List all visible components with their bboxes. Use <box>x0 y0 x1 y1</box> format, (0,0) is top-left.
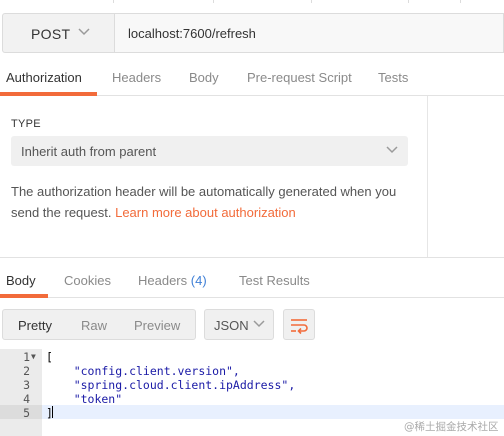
chevron-down-icon <box>386 146 398 154</box>
watermark: @稀土掘金技术社区 <box>404 421 499 433</box>
response-tabs: Body Cookies Headers (4) Test Results <box>0 258 504 298</box>
code-line: 3 "spring.cloud.client.ipAddress", <box>0 378 504 392</box>
auth-panel: TYPE Inherit auth from parent The author… <box>0 96 428 257</box>
code-line: 1 ▼ [ <box>0 350 504 364</box>
text-cursor <box>52 406 53 418</box>
code-line: 5 ] <box>0 406 504 420</box>
view-raw-button[interactable]: Raw <box>81 318 107 333</box>
code-line: 2 "config.client.version", <box>0 364 504 378</box>
headers-count: (4) <box>190 273 207 288</box>
code-text: [ <box>46 350 53 364</box>
line-number: 1 <box>23 350 30 364</box>
response-toolbar: Pretty Raw Preview JSON <box>0 309 504 341</box>
wrap-lines-button[interactable] <box>283 309 315 340</box>
line-number: 2 <box>23 364 30 378</box>
code-text: "config.client.version", <box>46 364 240 378</box>
auth-description: The authorization header will be automat… <box>11 181 421 223</box>
tab-headers[interactable]: Headers <box>112 70 161 85</box>
tab-pre-request-script[interactable]: Pre-request Script <box>247 70 352 85</box>
auth-type-value: Inherit auth from parent <box>21 144 157 159</box>
view-preview-button[interactable]: Preview <box>134 318 180 333</box>
method-select[interactable]: POST <box>2 13 115 53</box>
format-select[interactable]: JSON <box>204 309 274 340</box>
tab-test-results[interactable]: Test Results <box>239 273 310 288</box>
tab-response-body[interactable]: Body <box>6 273 36 288</box>
tab-cookies[interactable]: Cookies <box>64 273 111 288</box>
code-line: 4 "token" <box>0 392 504 406</box>
tab-tests[interactable]: Tests <box>378 70 408 85</box>
fold-arrow-icon[interactable]: ▼ <box>31 350 36 364</box>
chevron-down-icon <box>78 28 90 36</box>
method-label: POST <box>31 26 71 42</box>
view-pretty-button[interactable]: Pretty <box>18 318 52 333</box>
auth-type-select[interactable]: Inherit auth from parent <box>11 136 408 166</box>
code-text: "spring.cloud.client.ipAddress", <box>46 378 296 392</box>
top-strip <box>0 0 504 6</box>
url-text: localhost:7600/refresh <box>128 26 256 41</box>
tab-body[interactable]: Body <box>189 70 219 85</box>
request-tabs: Authorization Headers Body Pre-request S… <box>0 62 504 96</box>
line-number: 3 <box>23 378 30 392</box>
view-mode-group: Pretty Raw Preview <box>2 309 196 340</box>
learn-more-link[interactable]: Learn more about authorization <box>115 205 296 220</box>
active-response-tab-indicator <box>0 294 48 298</box>
code-text: "token" <box>46 392 123 406</box>
wrap-lines-icon <box>291 319 308 335</box>
headers-label: Headers <box>138 273 188 288</box>
chevron-down-icon <box>253 320 265 328</box>
line-number: 4 <box>23 392 30 406</box>
line-number: 5 <box>23 406 30 420</box>
tab-response-headers[interactable]: Headers (4) <box>138 273 207 288</box>
type-label: TYPE <box>11 118 41 130</box>
tab-authorization[interactable]: Authorization <box>6 70 82 85</box>
format-value: JSON <box>214 318 249 333</box>
url-bar: POST localhost:7600/refresh <box>0 13 504 53</box>
url-input[interactable]: localhost:7600/refresh <box>115 13 504 53</box>
